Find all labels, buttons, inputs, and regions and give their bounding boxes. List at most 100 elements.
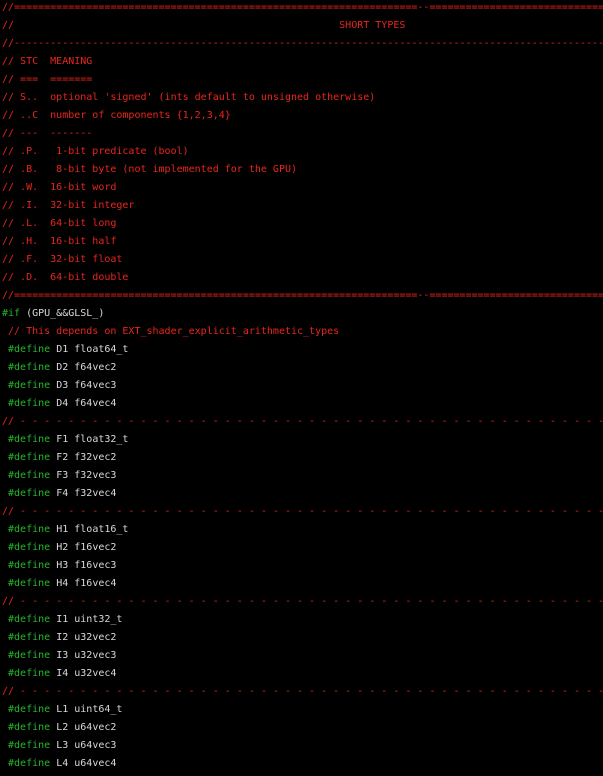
code-token-comment: // === ======= [2, 74, 93, 85]
code-line[interactable]: #define I2 u32vec2 [2, 629, 603, 647]
code-token-preprocessor: #define [2, 560, 51, 571]
code-token-comment: // --- ------- [2, 128, 93, 139]
code-line[interactable]: // .H. 16-bit half [2, 233, 603, 251]
code-line[interactable]: // .L. 64-bit long [2, 215, 603, 233]
code-token-text: D3 f64vec3 [50, 380, 117, 391]
code-token-comment: // SHORT TYPES [2, 20, 406, 31]
code-token-preprocessor: #define [2, 740, 51, 751]
code-token-preprocessor: #if [2, 308, 21, 319]
code-token-text: D1 float64_t [50, 344, 129, 355]
code-line[interactable]: #define H4 f16vec4 [2, 575, 603, 593]
code-token-text: (GPU_&&GLSL_) [20, 308, 105, 319]
code-line[interactable]: #define D3 f64vec3 [2, 377, 603, 395]
code-token-comment: // .B. 8-bit byte (not implemented for t… [2, 164, 298, 175]
code-token-preprocessor: #define [2, 362, 51, 373]
code-line[interactable]: #define F2 f32vec2 [2, 449, 603, 467]
code-token-text: F3 f32vec3 [50, 470, 117, 481]
code-token-preprocessor: #define [2, 704, 51, 715]
code-line[interactable]: // .P. 1-bit predicate (bool) [2, 143, 603, 161]
code-line[interactable]: #define H3 f16vec3 [2, 557, 603, 575]
code-line[interactable]: #define L1 uint64_t [2, 701, 603, 719]
code-token-preprocessor: #define [2, 632, 51, 643]
code-line[interactable]: #define F1 float32_t [2, 431, 603, 449]
code-token-preprocessor: #define [2, 668, 51, 679]
code-line[interactable]: #define F4 f32vec4 [2, 485, 603, 503]
code-line[interactable]: #define F3 f32vec3 [2, 467, 603, 485]
code-token-comment: // STC MEANING [2, 56, 93, 67]
code-token-text: L1 uint64_t [50, 704, 123, 715]
code-token-text: H2 f16vec2 [50, 542, 117, 553]
code-line[interactable]: // .B. 8-bit byte (not implemented for t… [2, 161, 603, 179]
code-token-preprocessor: #define [2, 434, 51, 445]
code-line[interactable]: // S.. optional 'signed' (ints default t… [2, 89, 603, 107]
code-line[interactable]: #define L2 u64vec2 [2, 719, 603, 737]
code-token-text: L2 u64vec2 [50, 722, 117, 733]
code-token-comment: // This depends on EXT_shader_explicit_a… [2, 326, 340, 337]
code-token-comment: // - - - - - - - - - - - - - - - - - - -… [2, 596, 603, 607]
code-token-text: D4 f64vec4 [50, 398, 117, 409]
code-line[interactable]: // .I. 32-bit integer [2, 197, 603, 215]
code-token-preprocessor: #define [2, 542, 51, 553]
code-line[interactable]: #if (GPU_&&GLSL_) [2, 305, 603, 323]
code-token-preprocessor: #define [2, 488, 51, 499]
code-token-preprocessor: #define [2, 758, 51, 769]
code-token-text: H1 float16_t [50, 524, 129, 535]
code-token-text: I2 u32vec2 [50, 632, 117, 643]
code-token-preprocessor: #define [2, 524, 51, 535]
code-token-comment: // .P. 1-bit predicate (bool) [2, 146, 189, 157]
code-line[interactable]: #define L3 u64vec3 [2, 737, 603, 755]
code-token-comment: // .L. 64-bit long [2, 218, 117, 229]
code-line[interactable]: #define H2 f16vec2 [2, 539, 603, 557]
code-line[interactable]: //======================================… [2, 0, 603, 17]
code-token-text: F2 f32vec2 [50, 452, 117, 463]
code-token-preprocessor: #define [2, 380, 51, 391]
code-token-comment: // .I. 32-bit integer [2, 200, 135, 211]
code-token-preprocessor: #define [2, 614, 51, 625]
code-token-comment: // .H. 16-bit half [2, 236, 117, 247]
code-token-text: F4 f32vec4 [50, 488, 117, 499]
code-token-text: H3 f16vec3 [50, 560, 117, 571]
code-token-text: F1 float32_t [50, 434, 129, 445]
code-token-text: L3 u64vec3 [50, 740, 117, 751]
code-line[interactable]: // === ======= [2, 71, 603, 89]
code-line[interactable]: // --- ------- [2, 125, 603, 143]
code-line[interactable]: // .D. 64-bit double [2, 269, 603, 287]
code-token-comment: // S.. optional 'signed' (ints default t… [2, 92, 376, 103]
code-token-preprocessor: #define [2, 722, 51, 733]
code-token-comment: // .W. 16-bit word [2, 182, 117, 193]
code-token-text: I3 u32vec3 [50, 650, 117, 661]
code-line[interactable]: #define I3 u32vec3 [2, 647, 603, 665]
code-line[interactable]: #define H1 float16_t [2, 521, 603, 539]
code-line[interactable]: // ..C number of components {1,2,3,4} [2, 107, 603, 125]
code-line[interactable]: // STC MEANING [2, 53, 603, 71]
code-line[interactable]: // - - - - - - - - - - - - - - - - - - -… [2, 413, 603, 431]
code-token-preprocessor: #define [2, 344, 51, 355]
code-line[interactable]: // .F. 32-bit float [2, 251, 603, 269]
code-token-text: D2 f64vec2 [50, 362, 117, 373]
code-token-preprocessor: #define [2, 398, 51, 409]
code-token-text: I1 uint32_t [50, 614, 123, 625]
code-token-comment: //======================================… [2, 290, 603, 301]
code-line[interactable]: // - - - - - - - - - - - - - - - - - - -… [2, 503, 603, 521]
code-line[interactable]: #define D1 float64_t [2, 341, 603, 359]
code-token-comment: // - - - - - - - - - - - - - - - - - - -… [2, 686, 603, 697]
code-token-comment: // .F. 32-bit float [2, 254, 123, 265]
code-line[interactable]: // .W. 16-bit word [2, 179, 603, 197]
code-token-preprocessor: #define [2, 470, 51, 481]
code-line[interactable]: #define L4 u64vec4 [2, 755, 603, 773]
code-line[interactable]: // SHORT TYPES [2, 17, 603, 35]
code-line[interactable]: //--------------------------------------… [2, 35, 603, 53]
code-editor[interactable]: //======================================… [0, 0, 603, 776]
code-line[interactable]: #define I4 u32vec4 [2, 665, 603, 683]
code-line[interactable]: #define D4 f64vec4 [2, 395, 603, 413]
code-token-text: L4 u64vec4 [50, 758, 117, 769]
code-token-comment: // - - - - - - - - - - - - - - - - - - -… [2, 416, 603, 427]
code-line[interactable]: // This depends on EXT_shader_explicit_a… [2, 323, 603, 341]
code-line[interactable]: // - - - - - - - - - - - - - - - - - - -… [2, 683, 603, 701]
code-line[interactable]: //======================================… [2, 287, 603, 305]
code-token-comment: //======================================… [2, 2, 603, 13]
code-line[interactable]: // - - - - - - - - - - - - - - - - - - -… [2, 593, 603, 611]
code-line[interactable]: #define D2 f64vec2 [2, 359, 603, 377]
code-line[interactable]: #define I1 uint32_t [2, 611, 603, 629]
code-token-preprocessor: #define [2, 452, 51, 463]
